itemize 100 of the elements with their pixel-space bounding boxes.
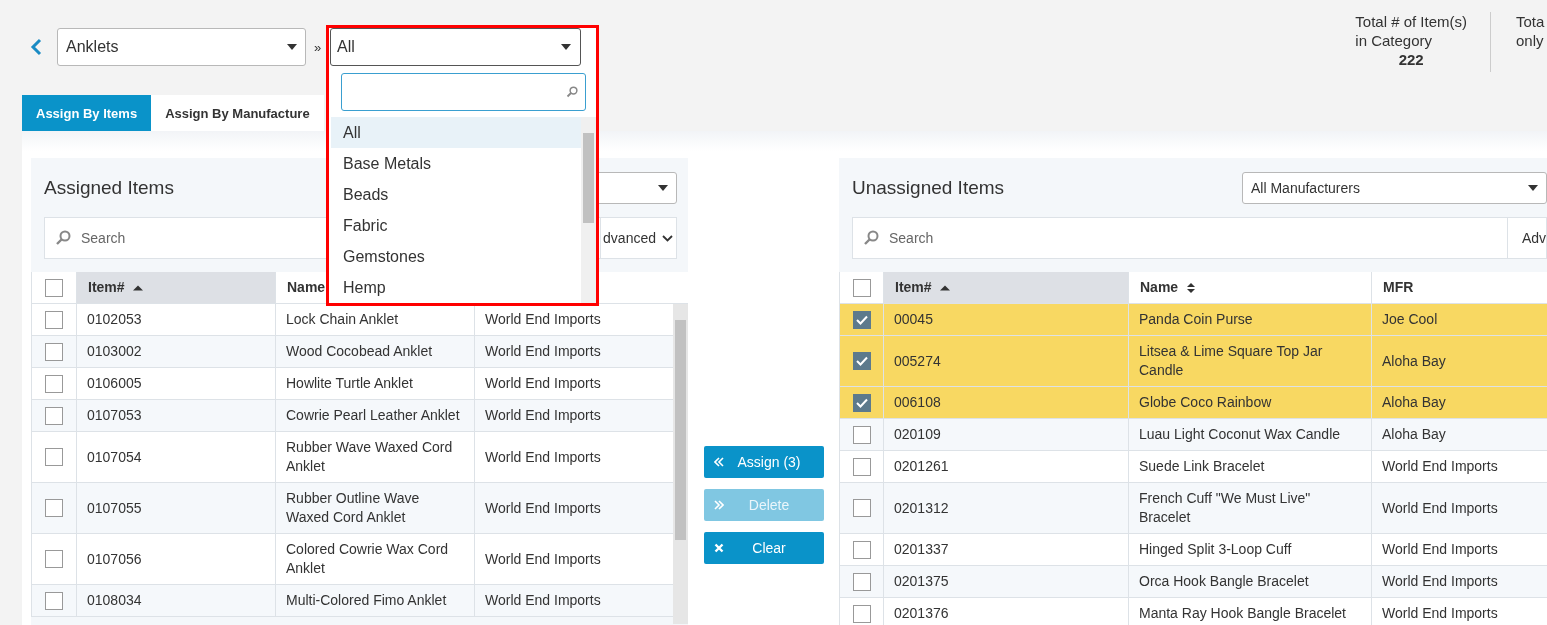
stat-label: Total # of Item(s) — [1355, 12, 1467, 31]
caret-icon — [1528, 184, 1538, 191]
checkbox[interactable] — [852, 310, 871, 329]
table-cell: 005274 — [883, 336, 1128, 386]
table-cell: Hinged Split 3-Loop Cuff — [1128, 534, 1371, 565]
scrollbar[interactable] — [673, 304, 688, 624]
table-row[interactable]: 0102053 Lock Chain Anklet World End Imports — [31, 304, 673, 336]
table-row[interactable]: 0201375 Orca Hook Bangle Bracelet World End Imports — [839, 566, 1547, 598]
table-cell: Wood Cocobead Anklet — [275, 336, 474, 367]
manufacturer-select[interactable]: All Manufacturers — [1242, 171, 1547, 204]
table-cell: 0201375 — [883, 566, 1128, 597]
table-cell: French Cuff "We Must Live" Bracelet — [1128, 483, 1371, 533]
table-row[interactable]: 0103002 Wood Cocobead Anklet World End Imports — [31, 336, 673, 368]
table-row[interactable]: 0201337 Hinged Split 3-Loop Cuff World End Imports — [839, 534, 1547, 566]
table-cell: 0102053 — [76, 304, 275, 335]
breadcrumb-separator: » — [314, 39, 322, 55]
tab[interactable]: Assign By Manufacture — [151, 95, 324, 131]
table-cell: Rubber Wave Waxed Cord Anklet — [275, 432, 474, 482]
column-header[interactable]: MFR — [1371, 272, 1547, 303]
checkbox[interactable] — [852, 604, 871, 623]
table-row[interactable]: 020109 Luau Light Coconut Wax Candle Aloha Bay — [839, 419, 1547, 451]
table-cell: 0201376 — [883, 598, 1128, 625]
table-cell: 0201312 — [883, 483, 1128, 533]
checkbox[interactable] — [45, 406, 63, 425]
table-row[interactable]: 0108034 Multi-Colored Fimo Anklet World End Imports — [31, 585, 673, 617]
table-cell: 020109 — [883, 419, 1128, 450]
search-field[interactable] — [341, 73, 586, 111]
table-cell: Aloha Bay — [1371, 336, 1547, 386]
checkbox[interactable] — [852, 572, 871, 591]
sort-icon — [1186, 281, 1197, 294]
table-cell: World End Imports — [1371, 534, 1547, 565]
sort-ascending-icon — [939, 284, 950, 291]
subcategory-select[interactable]: All — [330, 28, 581, 66]
table-cell: 00045 — [883, 304, 1128, 335]
table-row[interactable]: 0107055 Rubber Outline Wave Waxed Cord Anklet World End Imports — [31, 483, 673, 534]
table-row[interactable]: 0107053 Cowrie Pearl Leather Anklet World End Imports — [31, 400, 673, 432]
table-cell: 0107056 — [76, 534, 275, 584]
caret-icon — [658, 184, 668, 191]
dropdown-option[interactable]: All — [331, 117, 582, 148]
table-cell: 0107054 — [76, 432, 275, 482]
checkbox[interactable] — [852, 393, 871, 412]
table-cell: World End Imports — [1371, 451, 1547, 482]
back-icon — [30, 38, 44, 56]
checkbox[interactable] — [45, 550, 63, 568]
table-cell: 0108034 — [76, 585, 275, 616]
checkbox[interactable] — [852, 278, 871, 297]
table-row[interactable]: 006108 Globe Coco Rainbow Aloha Bay — [839, 387, 1547, 419]
column-header[interactable]: Item# — [883, 272, 1128, 303]
checkbox[interactable] — [852, 425, 871, 444]
checkbox[interactable] — [852, 540, 871, 559]
checkbox[interactable] — [45, 342, 63, 361]
table-cell: 0107053 — [76, 400, 275, 431]
checkbox[interactable] — [852, 352, 871, 370]
dropdown-option[interactable]: Base Metals — [331, 148, 582, 179]
sort-ascending-icon — [132, 284, 143, 291]
dropdown-option[interactable]: Beads — [331, 179, 582, 210]
table-row[interactable]: 0201376 Manta Ray Hook Bangle Bracelet World End Imports — [839, 598, 1547, 625]
table-row[interactable]: 0106005 Howlite Turtle Anklet World End Imports — [31, 368, 673, 400]
checkbox[interactable] — [852, 457, 871, 476]
table-row[interactable]: 0107054 Rubber Wave Waxed Cord Anklet World End Imports — [31, 432, 673, 483]
table-row[interactable]: 005274 Litsea & Lime Square Top Jar Candle Aloha Bay — [839, 336, 1547, 387]
table-cell: Manta Ray Hook Bangle Bracelet — [1128, 598, 1371, 625]
table-cell: 0106005 — [76, 368, 275, 399]
column-header[interactable]: Name — [1128, 272, 1371, 303]
table-row[interactable]: 0107056 Colored Cowrie Wax Cord Anklet World End Imports — [31, 534, 673, 585]
table-cell: Orca Hook Bangle Bracelet — [1128, 566, 1371, 597]
table-cell: 0107055 — [76, 483, 275, 533]
stat-label: only — [1516, 31, 1545, 50]
table-cell: 0201261 — [883, 451, 1128, 482]
table-row[interactable]: 0201312 French Cuff "We Must Live" Bracelet World End Imports — [839, 483, 1547, 534]
double-chevron-left-icon — [714, 457, 724, 467]
caret-icon — [561, 44, 571, 50]
panel-title: Assigned Items — [44, 176, 174, 199]
double-chevron-right-icon — [714, 500, 724, 510]
checkbox[interactable] — [45, 310, 63, 329]
checkbox[interactable] — [45, 278, 63, 297]
category-select[interactable]: Anklets — [57, 28, 306, 66]
table-cell: Cowrie Pearl Leather Anklet — [275, 400, 474, 431]
table-cell: Aloha Bay — [1371, 419, 1547, 450]
dropdown-option[interactable]: Hemp — [331, 272, 582, 303]
table-cell: Howlite Turtle Anklet — [275, 368, 474, 399]
stat-label: in Category — [1355, 31, 1433, 50]
stat-value: 222 — [1397, 50, 1425, 69]
table-cell: World End Imports — [1371, 598, 1547, 625]
checkbox[interactable] — [852, 499, 871, 517]
checkbox[interactable] — [45, 374, 63, 393]
column-header[interactable]: Item# — [76, 272, 275, 303]
scrollbar[interactable] — [581, 117, 596, 303]
checkbox[interactable] — [45, 499, 63, 517]
checkbox[interactable] — [45, 591, 63, 610]
table-cell: Litsea & Lime Square Top Jar Candle — [1128, 336, 1371, 386]
table-cell: Globe Coco Rainbow — [1128, 387, 1371, 418]
table-cell: Luau Light Coconut Wax Candle — [1128, 419, 1371, 450]
stat-label: Tota — [1516, 12, 1546, 31]
checkbox[interactable] — [45, 448, 63, 466]
table-cell: Suede Link Bracelet — [1128, 451, 1371, 482]
table-row[interactable]: 0201261 Suede Link Bracelet World End Imports — [839, 451, 1547, 483]
close-icon — [714, 543, 724, 553]
table-cell: 0201337 — [883, 534, 1128, 565]
table-row[interactable]: 00045 Panda Coin Purse Joe Cool — [839, 304, 1547, 336]
